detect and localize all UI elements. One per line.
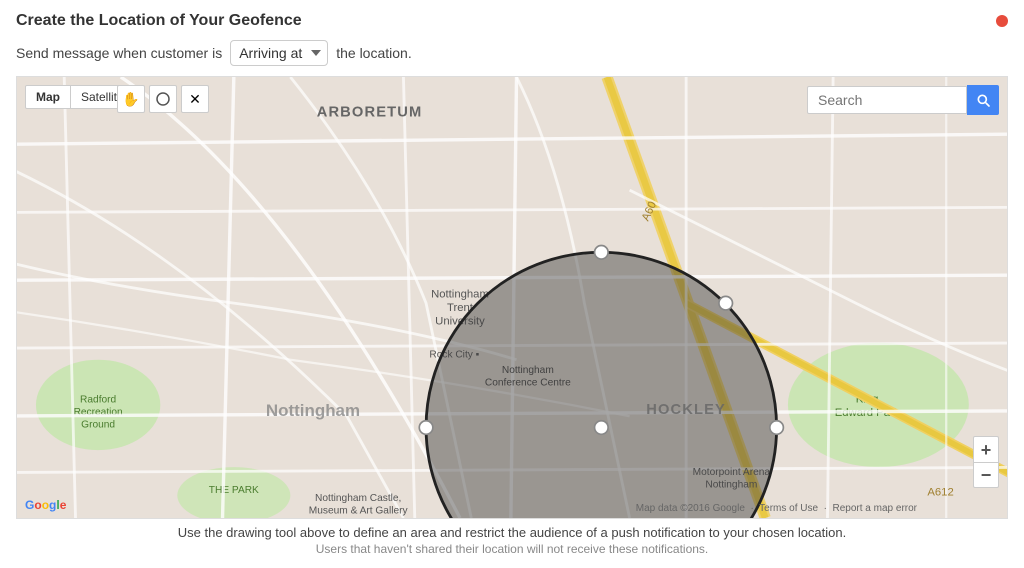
header-row: Create the Location of Your Geofence [16,12,1008,30]
map-svg: King Edward Park Radford Recreation Grou… [17,77,1007,518]
svg-text:THE PARK: THE PARK [209,485,259,496]
map-data-text: Map data ©2016 Google [636,503,745,514]
svg-text:Nottingham Castle,: Nottingham Castle, [315,493,401,504]
search-icon [975,92,991,108]
circle-draw-icon [155,91,171,107]
search-button[interactable] [967,85,999,115]
map-toolbar: ✋ ✕ [117,85,209,113]
status-dot [996,15,1008,27]
page-title: Create the Location of Your Geofence [16,12,302,30]
zoom-in-button[interactable]: + [973,436,999,462]
svg-text:Museum & Art Gallery: Museum & Art Gallery [309,505,409,516]
map-type-map-button[interactable]: Map [26,86,71,108]
arriving-dropdown[interactable]: Arriving at Leaving [230,40,328,66]
message-row: Send message when customer is Arriving a… [16,40,1008,66]
svg-text:Nottingham: Nottingham [266,401,360,420]
report-error-link[interactable]: Report a map error [833,503,917,514]
svg-text:Radford: Radford [80,395,116,406]
svg-text:Nottingham: Nottingham [431,289,489,301]
bottom-sub-text: Users that haven't shared their location… [16,542,1008,560]
message-prefix: Send message when customer is [16,45,222,61]
close-tool-button[interactable]: ✕ [181,85,209,113]
svg-text:ARBORETUM: ARBORETUM [317,105,423,121]
map-footer: Map data ©2016 Google · Terms of Use · R… [636,503,917,514]
map-background[interactable]: King Edward Park Radford Recreation Grou… [17,77,1007,518]
search-input[interactable] [807,86,967,114]
svg-text:A612: A612 [927,486,953,498]
search-box [807,85,999,115]
zoom-controls: + − [973,436,999,488]
svg-text:Ground: Ground [81,420,115,431]
map-container: King Edward Park Radford Recreation Grou… [16,76,1008,519]
bottom-main-text: Use the drawing tool above to define an … [16,519,1008,542]
terms-link[interactable]: Terms of Use [759,503,818,514]
close-icon: ✕ [189,91,201,108]
page-container: Create the Location of Your Geofence Sen… [0,0,1024,568]
hand-tool-button[interactable]: ✋ [117,85,145,113]
google-logo: Google [25,498,66,512]
circle-tool-button[interactable] [149,85,177,113]
zoom-out-button[interactable]: − [973,462,999,488]
message-suffix: the location. [336,45,412,61]
hand-icon: ✋ [122,91,139,108]
